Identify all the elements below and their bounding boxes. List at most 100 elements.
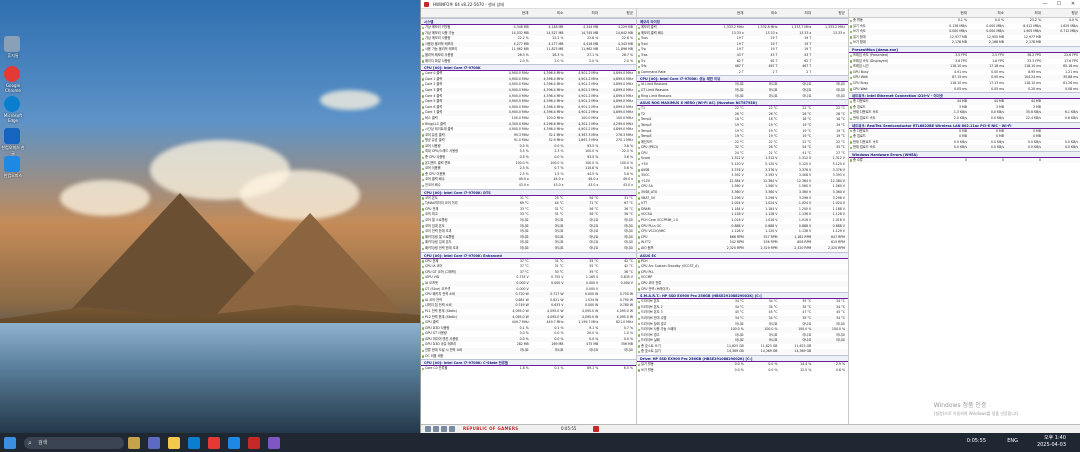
sensor-group-header[interactable]: 네트워크: Intel Ethernet Connection I219-V -… xyxy=(849,92,1080,100)
column-header[interactable]: 현재 최소 최대 평균 xyxy=(849,9,1080,18)
sensor-group-header[interactable]: 메모리 타이밍 xyxy=(637,18,848,25)
sensor-row[interactable]: CPU Wait 0.05 ms 0.05 ms 0.20 ms 0.08 ms xyxy=(849,86,1080,93)
hwinfo-taskbar-icon[interactable] xyxy=(248,436,260,449)
sensor-value xyxy=(532,354,567,360)
nav-back-icon[interactable] xyxy=(425,426,431,432)
sensor-group-header[interactable]: PresentMon [demo.exe] xyxy=(849,45,1080,53)
column-header-label[interactable]: 최대 xyxy=(780,9,814,17)
column-header-label[interactable]: 최소 xyxy=(531,9,566,17)
language-indicator[interactable]: ENG xyxy=(1007,438,1018,444)
sensor-group-header[interactable]: S.M.A.R.T.: HP SSD EX900 Pro 256GB (HBSE… xyxy=(637,292,848,300)
column-header-label[interactable]: 최소 xyxy=(970,9,1007,17)
desktop-icon-label: 휴지통 xyxy=(7,53,19,58)
hwinfo-app-icon xyxy=(424,2,429,7)
sensor-row[interactable]: 총 오류 0 0 0 xyxy=(849,157,1080,164)
sensor-row[interactable]: 총 호스트 읽기 14,369 GB 14,369 GB 14,369 GB xyxy=(637,349,848,356)
sensor-column-3[interactable]: 현재 최소 최대 평균 총 활동 0.1 % 0.0 % 23.2 % 4.0 % 읽기 속도 0.… xyxy=(849,9,1080,424)
sensor-group-header[interactable]: ASUS EC xyxy=(637,251,848,259)
window-controls: — ☐ ✕ xyxy=(1038,0,1080,9)
taskbar-clock[interactable]: 오후 1:40 2025-04-03 xyxy=(1037,435,1066,449)
chrome-icon[interactable] xyxy=(4,66,20,82)
sensor-value xyxy=(713,287,747,293)
sensor-value: 0.20 ms xyxy=(1028,86,1041,91)
edge-icon[interactable] xyxy=(4,96,20,112)
close-sensor-icon[interactable] xyxy=(593,426,599,432)
sensor-column-2[interactable]: 현재 최소 최대 평균 메모리 타이밍 메모리 클럭 1,333.2 MHz 1,332.8 … xyxy=(637,9,849,424)
column-header-label[interactable]: 최소 xyxy=(746,9,780,17)
column-header-label[interactable]: 최대 xyxy=(1007,9,1044,17)
column-header-label[interactable]: 현재 xyxy=(933,9,970,17)
title-bar[interactable]: HWiNFO® 64 v8.22-5670 - 센서 상태 — ☐ ✕ xyxy=(421,0,1080,9)
maximize-button[interactable]: ☐ xyxy=(1052,0,1066,9)
sensor-value: 0.05 ms xyxy=(991,86,1004,91)
sensor-group-header[interactable]: Windows Hardware Errors (WHEA) xyxy=(849,150,1080,158)
sensor-row[interactable]: Ring Limit Reasons 아니요 아니요 아니요 아니요 xyxy=(637,94,848,100)
recycle-bin-icon[interactable] xyxy=(4,36,20,52)
sensor-row[interactable]: 쓰기 합계 2,178 MB 2,168 MB 2,178 MB xyxy=(849,40,1080,46)
sensor-value: 2 T xyxy=(772,69,778,74)
sensor-value: 89.1 % xyxy=(587,366,599,371)
sensor-group-header[interactable]: 네트워크: RealTek Semiconductor RTL8822BE Wi… xyxy=(849,121,1080,129)
column-header[interactable]: 현재 최소 최대 평균 xyxy=(421,9,636,18)
sensor-name: Ring Limit Reasons xyxy=(637,94,713,100)
sensor-value: 22.4 KB/s xyxy=(1025,115,1041,120)
sensor-value: 2,319 RPM xyxy=(760,245,778,250)
sensor-value: 14,369 GB xyxy=(794,349,812,354)
sensor-group-header[interactable]: ASUS ROG MAXIMUS X HERO (WI-FI AC) (Nuvo… xyxy=(637,99,848,107)
app-taskbar-icon[interactable] xyxy=(268,436,280,449)
sensor-row[interactable]: CPU 전력 (브레이크) xyxy=(637,287,848,293)
column-header-label[interactable]: 평균 xyxy=(814,9,848,17)
sensor-name: 현재 업로드 속도 xyxy=(849,145,933,151)
sensor-value: 2,320 RPM xyxy=(726,245,744,250)
file-explorer-icon[interactable] xyxy=(168,436,180,449)
sensor-group-header[interactable]: CPU [#0]: Intel Core i7-9700K xyxy=(421,64,636,72)
settings-icon[interactable] xyxy=(449,426,455,432)
taskbar-search[interactable]: 검색 xyxy=(24,436,124,449)
close-button[interactable]: ✕ xyxy=(1066,0,1080,9)
hwp-icon[interactable] xyxy=(4,128,20,144)
sensor-row[interactable]: 쓰기 활동 0.0 % 0.0 % 12.5 % 0.6 % xyxy=(637,368,848,374)
sensor-group-header[interactable]: 시스템 xyxy=(421,18,636,25)
sensor-value: 아니요 xyxy=(589,245,599,250)
sensor-group-header[interactable]: CPU [#0]: Intel Core i7-9700K: Enhanced xyxy=(421,251,636,259)
column-header-label[interactable]: 평균 xyxy=(1044,9,1080,17)
sensor-row[interactable]: 현재 업로드 속도 0.0 KB/s 0.0 KB/s 0.0 KB/s 0.0 KB/… xyxy=(849,145,1080,151)
column-header-sensor[interactable] xyxy=(849,9,933,17)
task-view-icon[interactable] xyxy=(148,436,160,449)
network-icon[interactable] xyxy=(441,426,447,432)
sensor-value: 12.5 % xyxy=(800,367,812,372)
store-taskbar-icon[interactable] xyxy=(228,436,240,449)
start-button[interactable] xyxy=(4,436,16,449)
chrome-taskbar-icon[interactable] xyxy=(208,436,220,449)
column-header-label[interactable]: 현재 xyxy=(497,9,532,17)
column-header-sensor[interactable] xyxy=(637,9,713,17)
column-header[interactable]: 현재 최소 최대 평균 xyxy=(637,9,848,18)
sensor-group-header[interactable]: CPU [#0]: Intel Core i7-9700K: C-State 잔… xyxy=(421,359,636,367)
sensor-row[interactable]: 페이지 파일 사용량 2.0 % 2.0 % 2.0 % 2.0 % xyxy=(421,59,636,65)
column-header-label[interactable]: 현재 xyxy=(713,9,747,17)
sensor-column-1[interactable]: 현재 최소 최대 평균 시스템 가상 메모리 커밋됨 4,348 MB 4,148 MB 4,3… xyxy=(421,9,637,424)
column-header-label[interactable]: 최대 xyxy=(566,9,601,17)
sensor-name: 쓰기 활동 xyxy=(637,368,713,374)
sensor-value: 0.6 KB/s xyxy=(1064,115,1078,120)
edge-taskbar-icon[interactable] xyxy=(188,436,200,449)
desktop-wallpaper xyxy=(0,0,420,433)
sensor-row[interactable]: 언코어 배수 43.0 x 43.0 x 43.0 x 43.0 x xyxy=(421,183,636,189)
sensor-group-header[interactable]: Drive: HP SSD EX900 Pro 256GB (HBSE29108… xyxy=(637,355,848,363)
widgets-icon[interactable] xyxy=(128,436,140,449)
minimize-button[interactable]: — xyxy=(1038,0,1052,9)
nav-forward-icon[interactable] xyxy=(433,426,439,432)
sensor-value: 0 xyxy=(964,157,967,162)
sensor-row[interactable]: Command Rate 2 T 2 T 2 T xyxy=(637,70,848,76)
column-header-label[interactable]: 평균 xyxy=(601,9,636,17)
column-header-sensor[interactable] xyxy=(421,9,497,17)
sensor-group-header[interactable]: CPU [#0]: Intel Core i7-9700K: DTS xyxy=(421,188,636,196)
hancom-office-icon[interactable] xyxy=(4,156,20,172)
sensor-row[interactable]: 현재 업로드 속도 2.0 KB/s 0.0 KB/s 22.4 KB/s 0.6 KB… xyxy=(849,116,1080,122)
sensor-group-header[interactable]: CPU [#0]: Intel Core i7-9700K: 성능 제한 이유 xyxy=(637,75,848,83)
sensor-row[interactable]: AIO 펌프 2,320 RPM 2,319 RPM 2,320 RPM 2,320 R… xyxy=(637,245,848,252)
sensor-row[interactable]: 패키지/링 전력 한계 초과 아니요 아니요 아니요 아니요 xyxy=(421,245,636,252)
sensor-row[interactable]: OC 비율 제한 xyxy=(421,354,636,360)
sensor-row[interactable]: Core C0 잔류율 1.8 % 0.1 % 89.1 % 6.5 % xyxy=(421,366,636,372)
sensor-value: 43.0 x xyxy=(518,183,529,188)
